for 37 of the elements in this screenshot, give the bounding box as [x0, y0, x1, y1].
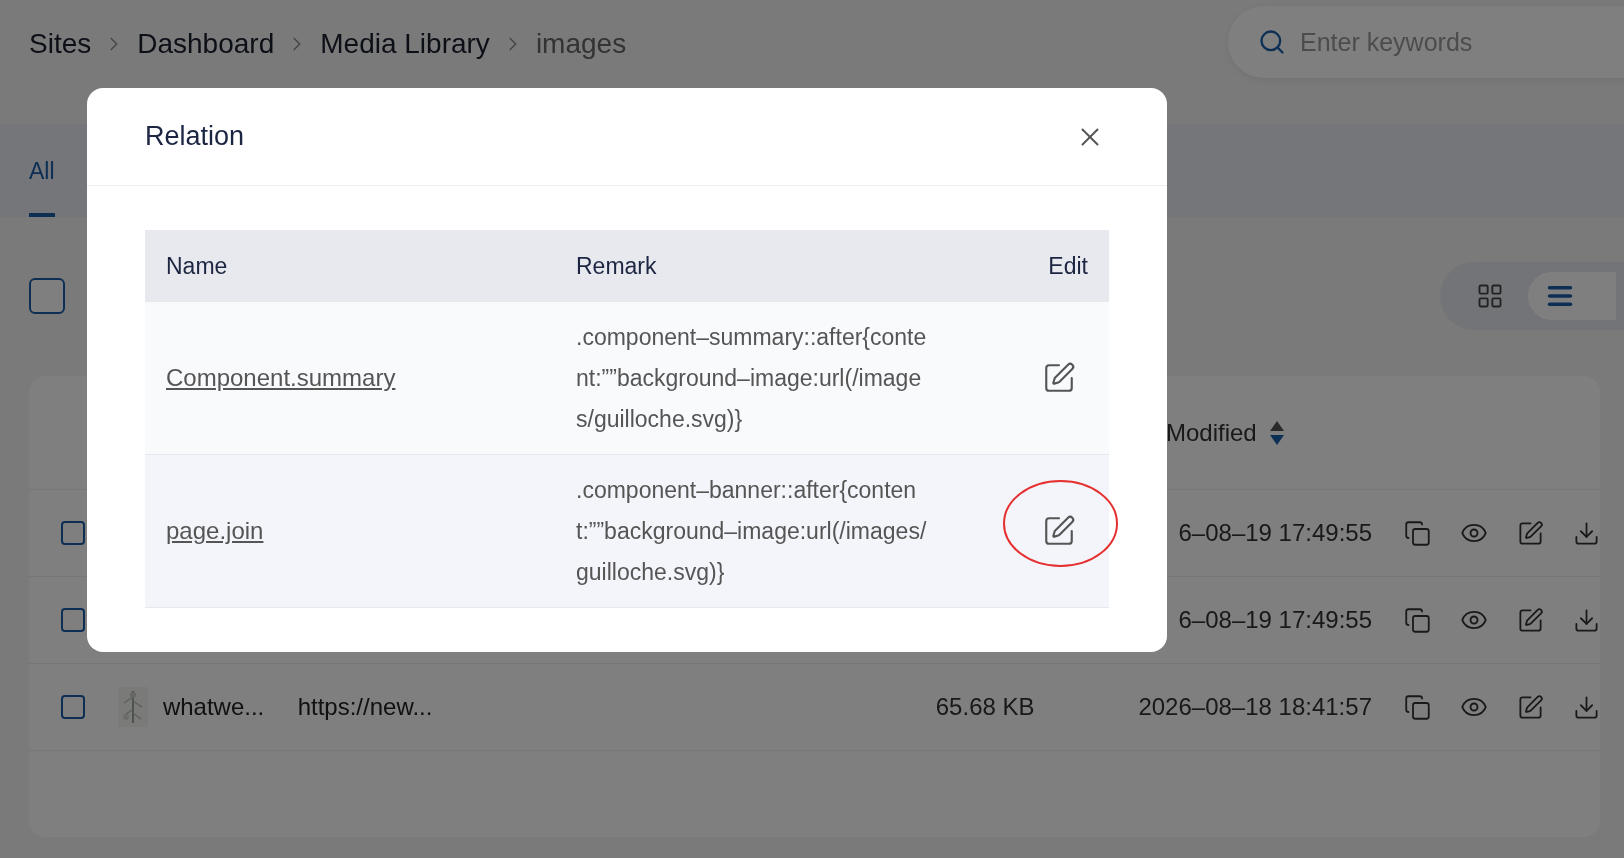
download-icon[interactable]	[1573, 693, 1600, 721]
modified-date: 6–08–19 17:49:55	[1178, 606, 1372, 633]
remark-text: .component–summary::after{content:””background–image:url(/images/guilloche.svg)}	[576, 322, 928, 434]
edit-icon[interactable]	[1517, 693, 1544, 721]
download-icon[interactable]	[1573, 606, 1600, 634]
dialog-title: Relation	[145, 120, 245, 154]
relation-link[interactable]: page.join	[166, 517, 264, 544]
column-header: Name	[166, 251, 229, 281]
copy-icon[interactable]	[1404, 519, 1431, 547]
column-header: Remark	[576, 251, 658, 281]
search-icon	[1258, 28, 1286, 56]
modified-date: 2026–08–18 18:41:57	[1138, 693, 1372, 720]
breadcrumb-link[interactable]: Dashboard	[137, 23, 275, 65]
column-header[interactable]: Modified	[1166, 414, 1257, 451]
tab[interactable]: All	[29, 153, 55, 217]
checkbox[interactable]	[61, 608, 85, 632]
checkbox[interactable]	[29, 278, 65, 314]
edit-icon[interactable]	[1517, 519, 1544, 547]
grid-icon	[1476, 282, 1504, 310]
breadcrumb-link[interactable]: Media Library	[320, 23, 490, 65]
copy-icon[interactable]	[1404, 606, 1431, 634]
edit-icon[interactable]	[1042, 514, 1076, 548]
remark-text: .component–banner::after{content:””background–image:url(/images/guilloche.svg)}	[576, 475, 928, 587]
checkbox[interactable]	[61, 695, 85, 719]
edit-icon[interactable]	[1517, 606, 1544, 634]
modified-date: 6–08–19 17:49:55	[1178, 519, 1372, 546]
file-url: https://new...	[297, 693, 433, 720]
file-size: 65.68 KB	[935, 693, 1035, 720]
column-header: Edit	[1048, 251, 1088, 281]
file-name: whatwe...	[162, 693, 265, 720]
list-view-button[interactable]	[1528, 272, 1616, 320]
download-icon[interactable]	[1573, 519, 1600, 547]
copy-icon[interactable]	[1404, 693, 1431, 721]
breadcrumb-link[interactable]: Sites	[29, 23, 92, 65]
relation-link[interactable]: Component.summary	[166, 364, 396, 391]
checkbox[interactable]	[61, 521, 85, 545]
edit-icon[interactable]	[1042, 361, 1076, 395]
